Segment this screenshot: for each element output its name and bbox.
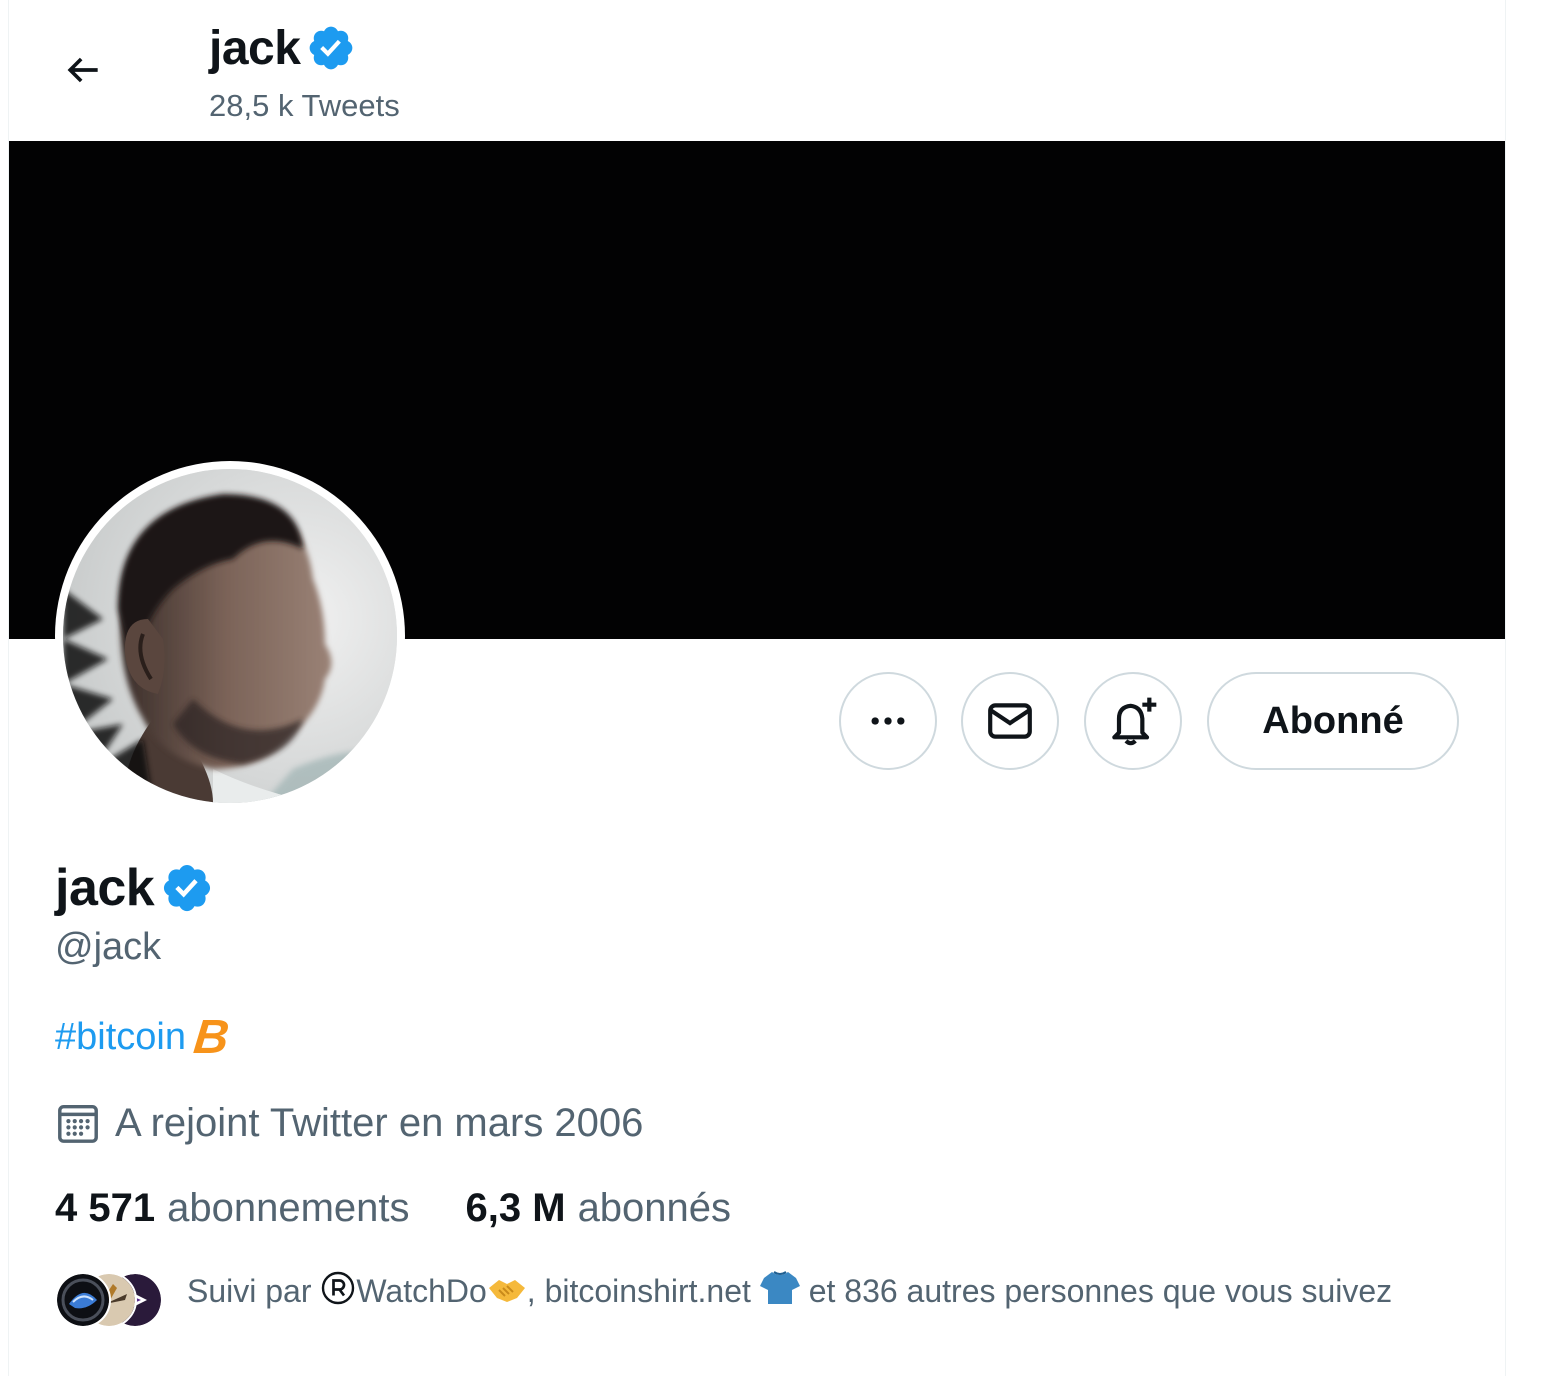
verified-badge-icon (164, 864, 211, 912)
joined-text: A rejoint Twitter en mars 2006 (115, 1100, 644, 1145)
following-label: abonnements (167, 1186, 410, 1230)
followed-by-text[interactable]: Suivi par WatchDo , bitcoinshirt.net et … (187, 1268, 1467, 1314)
envelope-icon (988, 703, 1032, 739)
hashtag-text: #bitcoin (55, 1016, 186, 1058)
followed-by-prefix: Suivi par (187, 1273, 312, 1309)
joined-date: A rejoint Twitter en mars 2006 (55, 1100, 643, 1146)
notifications-button[interactable] (1084, 672, 1182, 770)
top-bar: jack 28,5 k Tweets (9, 0, 1505, 141)
calendar-icon (58, 1104, 98, 1143)
registered-icon (322, 1271, 355, 1305)
tshirt-icon (759, 1271, 800, 1304)
profile-avatar[interactable] (55, 461, 405, 811)
follower-avatars[interactable] (55, 1272, 165, 1328)
header-title: jack (209, 18, 356, 78)
bell-plus-icon (1112, 697, 1157, 746)
handshake-icon (488, 1280, 525, 1302)
message-button[interactable] (961, 672, 1059, 770)
followed-by-section: Suivi par WatchDo , bitcoinshirt.net et … (55, 1268, 1475, 1368)
profile-name: jack (55, 856, 214, 920)
tweet-count: 28,5 k Tweets (209, 88, 400, 123)
followers-label: abonnés (577, 1186, 732, 1230)
header-name: jack (209, 21, 301, 75)
bitcoin-emoji-icon: B (191, 1011, 232, 1064)
follow-stats: 4 571 abonnements 6,3 M abonnés (55, 1186, 731, 1231)
followed-by-user2: bitcoinshirt.net (544, 1273, 751, 1309)
back-button[interactable] (51, 38, 115, 102)
following-count: 4 571 (55, 1186, 156, 1230)
profile-column: jack 28,5 k Tweets Abonné jack @jack #bi… (8, 0, 1506, 1376)
following-link[interactable]: 4 571 abonnements (55, 1186, 410, 1231)
arrow-left-icon (67, 57, 98, 83)
followed-by-suffix: et 836 autres personnes que vous suivez (808, 1273, 1393, 1309)
avatar-photo (63, 469, 397, 803)
bio-hashtag-link[interactable]: #bitcoin B (55, 1010, 232, 1065)
verified-badge-icon (310, 26, 353, 70)
follower-avatar-1 (55, 1272, 111, 1328)
followers-count: 6,3 M (465, 1186, 566, 1230)
more-button[interactable] (839, 672, 937, 770)
followed-by-separator: , (526, 1273, 536, 1309)
following-button[interactable]: Abonné (1207, 672, 1459, 770)
profile-handle: @jack (55, 926, 162, 968)
more-horizontal-icon (871, 717, 905, 725)
followers-link[interactable]: 6,3 M abonnés (466, 1186, 732, 1231)
display-name: jack (55, 859, 155, 917)
followed-by-user1: WatchDo (356, 1273, 487, 1309)
